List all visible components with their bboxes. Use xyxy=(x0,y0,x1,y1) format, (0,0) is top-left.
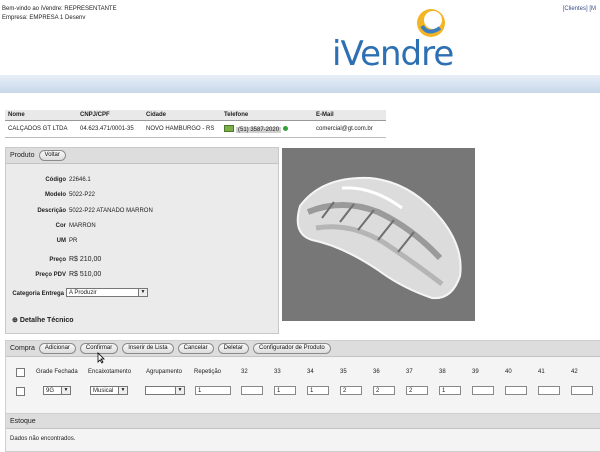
insert-from-list-button[interactable]: Inserir de Lista xyxy=(122,343,174,354)
um-value: PR xyxy=(69,238,78,244)
cor-value: MARRON xyxy=(69,223,96,229)
descricao-label: Descrição xyxy=(37,208,66,214)
col-size-41: 41 xyxy=(538,369,545,375)
chevron-down-icon: ▼ xyxy=(138,289,147,296)
col-cnpj: CNPJ/CPF xyxy=(77,110,143,121)
col-grade-fechada: Grade Fechada xyxy=(36,369,78,375)
size-32-input[interactable] xyxy=(241,386,263,395)
repeticao-input[interactable]: 1 xyxy=(195,386,231,395)
size-41-input[interactable] xyxy=(538,386,560,395)
col-size-42: 42 xyxy=(571,369,578,375)
product-image xyxy=(282,148,475,321)
categoria-label: Categoria Entrega xyxy=(12,291,64,297)
status-ok-icon xyxy=(282,126,288,132)
client-nome: CALÇADOS GT LTDA xyxy=(5,120,77,138)
col-nome: Nome xyxy=(5,110,77,121)
size-34-input[interactable]: 1 xyxy=(307,386,329,395)
size-42-input[interactable] xyxy=(571,386,593,395)
col-cidade: Cidade xyxy=(143,110,221,121)
col-size-34: 34 xyxy=(307,369,314,375)
purchase-panel-header: Compra Adicionar Confirmar Inserir de Li… xyxy=(6,341,600,357)
col-email: E-Mail xyxy=(313,110,386,121)
size-38-input[interactable]: 1 xyxy=(439,386,461,395)
stock-panel: Estoque Dados não encontrados. xyxy=(5,413,600,452)
encaixotamento-value: Musical xyxy=(93,388,114,394)
chevron-down-icon: ▼ xyxy=(61,387,70,394)
preco-pdv-value: R$ 510,00 xyxy=(69,271,102,278)
back-button[interactable]: Voltar xyxy=(38,150,66,161)
col-size-37: 37 xyxy=(406,369,413,375)
preco-label: Preço xyxy=(49,257,66,263)
cancel-button[interactable]: Cancelar xyxy=(177,343,214,354)
client-email: comercial@gt.com.br xyxy=(313,120,386,138)
grade-select[interactable]: 9G ▼ xyxy=(43,386,71,395)
categoria-select[interactable]: A Produzir ▼ xyxy=(66,288,148,297)
size-37-input[interactable]: 2 xyxy=(406,386,428,395)
preco-pdv-label: Preço PDV xyxy=(35,272,66,278)
col-size-33: 33 xyxy=(274,369,281,375)
modelo-value: 5022-P22 xyxy=(69,192,96,198)
col-encaixotamento: Encaixotamento xyxy=(88,369,132,375)
grade-value: 9G xyxy=(46,388,55,394)
client-table: Nome CNPJ/CPF Cidade Telefone E-Mail CAL… xyxy=(5,110,386,138)
purchase-panel: Compra Adicionar Confirmar Inserir de Li… xyxy=(5,340,600,414)
codigo-label: Código xyxy=(45,177,66,183)
detalhe-tecnico-link[interactable]: ⊕ Detalhe Técnico xyxy=(12,316,74,324)
top-links[interactable]: [Clientes] [M xyxy=(563,6,596,12)
encaixotamento-select[interactable]: Musical ▼ xyxy=(90,386,128,395)
expand-icon: ⊕ xyxy=(12,317,18,324)
logo: iVendre xyxy=(332,34,454,74)
stock-empty-message: Dados não encontrados. xyxy=(10,436,76,442)
um-label: UM xyxy=(56,238,66,244)
col-repeticao: Repetição xyxy=(194,369,222,375)
size-39-input[interactable] xyxy=(472,386,494,395)
mouse-cursor-icon xyxy=(97,352,105,364)
size-33-input[interactable]: 1 xyxy=(274,386,296,395)
col-size-40: 40 xyxy=(505,369,512,375)
chevron-down-icon: ▼ xyxy=(118,387,127,394)
detalhe-label: Detalhe Técnico xyxy=(19,317,74,324)
col-size-35: 35 xyxy=(340,369,347,375)
client-cnpj: 04.623.471/0001-35 xyxy=(77,120,143,138)
col-size-32: 32 xyxy=(241,369,248,375)
col-size-39: 39 xyxy=(472,369,479,375)
header-bar xyxy=(0,75,600,93)
categoria-value: A Produzir xyxy=(69,290,97,296)
product-configurator-button[interactable]: Configurador de Produto xyxy=(252,343,331,354)
preco-value: R$ 210,00 xyxy=(69,256,102,263)
welcome-block: Bem-vindo ao iVendre: REPRESENTANTE Empr… xyxy=(2,5,117,23)
codigo-value: 22646.1 xyxy=(69,177,91,183)
phone-icon xyxy=(224,125,234,133)
col-size-36: 36 xyxy=(373,369,380,375)
select-all-checkbox[interactable] xyxy=(16,368,25,377)
purchase-title: Compra xyxy=(10,345,35,352)
product-title: Produto xyxy=(10,152,35,159)
stock-title: Estoque xyxy=(10,417,36,425)
col-telefone: Telefone xyxy=(221,110,313,121)
cor-label: Cor xyxy=(55,223,66,229)
table-row[interactable]: CALÇADOS GT LTDA 04.623.471/0001-35 NOVO… xyxy=(5,120,386,138)
size-40-input[interactable] xyxy=(505,386,527,395)
add-button[interactable]: Adicionar xyxy=(38,343,76,354)
modelo-label: Modelo xyxy=(45,192,66,198)
client-cidade: NOVO HAMBURGO - RS xyxy=(143,120,221,138)
stock-panel-header: Estoque xyxy=(6,414,600,429)
product-panel: Produto Voltar Código 22646.1 Modelo 502… xyxy=(5,147,279,334)
client-telefone-cell: (51) 3587-2020 xyxy=(221,120,313,138)
col-agrupamento: Agrupamento xyxy=(146,369,183,375)
agrupamento-select[interactable]: ▼ xyxy=(145,386,185,395)
col-size-38: 38 xyxy=(439,369,446,375)
company-text: Empresa: EMPRESA 1 Desenv xyxy=(2,15,86,21)
client-telefone: (51) 3587-2020 xyxy=(236,126,282,133)
size-36-input[interactable]: 2 xyxy=(373,386,395,395)
row-checkbox[interactable] xyxy=(16,387,25,396)
delete-button[interactable]: Deletar xyxy=(217,343,249,354)
descricao-value: 5022-P22 ATANADO MARRON xyxy=(69,208,153,214)
welcome-text: Bem-vindo ao iVendre: REPRESENTANTE xyxy=(2,6,117,12)
chevron-down-icon: ▼ xyxy=(175,387,184,394)
size-35-input[interactable]: 2 xyxy=(340,386,362,395)
product-panel-header: Produto Voltar xyxy=(6,148,278,164)
